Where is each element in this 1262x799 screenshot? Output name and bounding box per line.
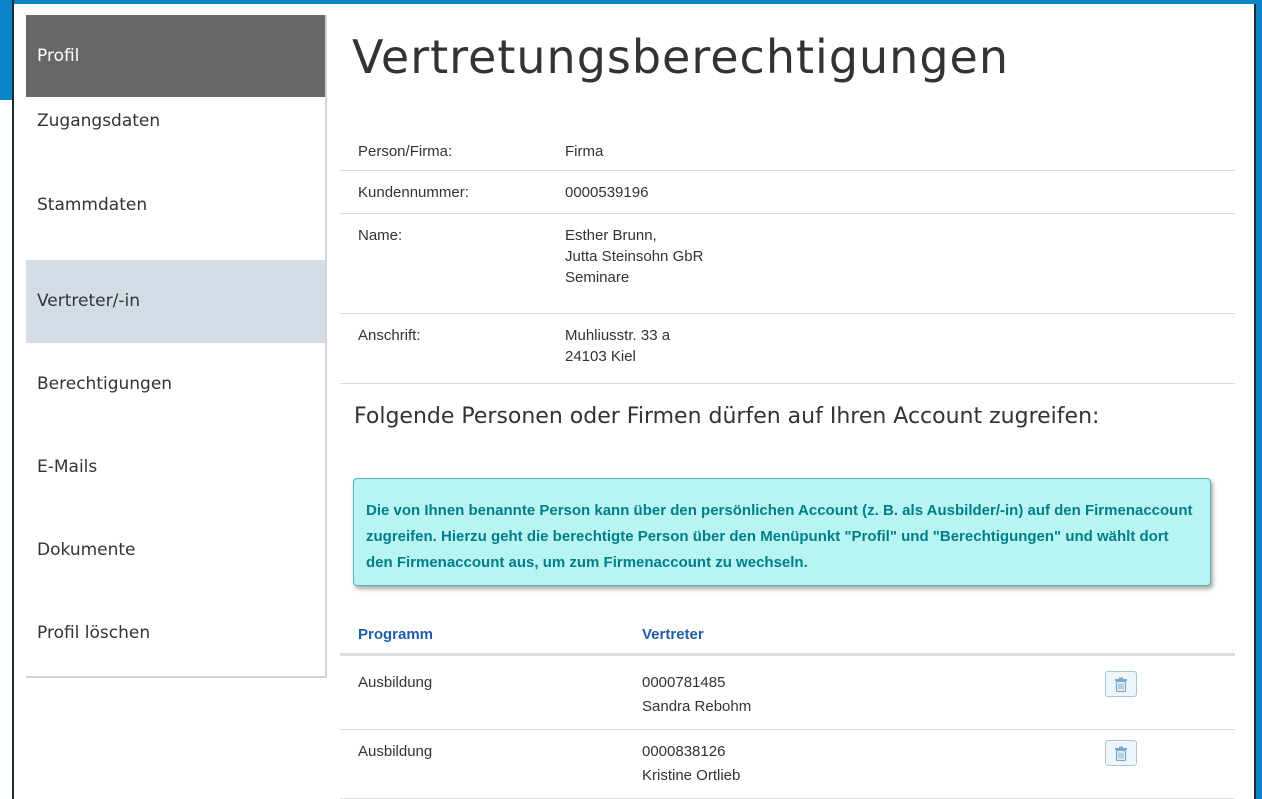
delete-button[interactable] [1105, 740, 1137, 766]
info-row-anschrift: Anschrift: Muhliusstr. 33 a 24103 Kiel [340, 314, 1235, 384]
trash-icon [1115, 746, 1127, 761]
representatives-table-header: Programm Vertreter [340, 620, 1235, 656]
row-program: Ausbildung [358, 674, 433, 691]
name-line: Seminare [565, 269, 630, 286]
info-label: Anschrift: [358, 327, 421, 344]
account-info-table: Person/Firma: Firma Kundennummer: 000053… [340, 130, 1235, 384]
representative-name: Sandra Rebohm [642, 698, 752, 715]
info-label: Person/Firma: [358, 143, 453, 160]
sidebar-item-profil-loeschen[interactable]: Profil löschen [26, 592, 325, 675]
info-value: Firma [565, 143, 604, 160]
row-program: Ausbildung [358, 743, 433, 760]
representative-name: Kristine Ortlieb [642, 767, 741, 784]
table-row: Ausbildung 0000781485 Sandra Rebohm [340, 658, 1235, 730]
delete-button[interactable] [1105, 671, 1137, 697]
sidebar-nav: Profil Zugangsdaten Stammdaten Vertreter… [26, 15, 327, 678]
info-value: Esther Brunn, Jutta Steinsohn GbR Semina… [565, 225, 703, 313]
section-heading: Folgende Personen oder Firmen dürfen auf… [354, 404, 1100, 429]
table-row: Ausbildung 0000838126 Kristine Ortlieb [340, 730, 1235, 799]
name-line: Esther Brunn, [565, 227, 657, 244]
sidebar-item-berechtigungen[interactable]: Berechtigungen [26, 343, 325, 426]
trash-icon [1115, 677, 1127, 692]
sidebar-item-zugangsdaten[interactable]: Zugangsdaten [26, 97, 325, 180]
row-representative: 0000838126 Kristine Ortlieb [642, 740, 1104, 798]
address-line: Muhliusstr. 33 a [565, 327, 671, 344]
info-notice-box: Die von Ihnen benannte Person kann über … [353, 478, 1211, 586]
info-label: Kundennummer: [358, 184, 469, 201]
info-row-kundennummer: Kundennummer: 0000539196 [340, 171, 1235, 214]
sidebar-item-emails[interactable]: E-Mails [26, 426, 325, 509]
page-title: Vertretungsberechtigungen [352, 30, 1009, 84]
info-label: Name: [358, 227, 403, 244]
window-frame-left [0, 0, 12, 100]
info-value: 0000539196 [565, 184, 649, 201]
row-actions [1104, 740, 1235, 798]
sidebar-item-vertreter[interactable]: Vertreter/-in [26, 260, 325, 343]
info-row-person: Person/Firma: Firma [340, 130, 1235, 171]
info-row-name: Name: Esther Brunn, Jutta Steinsohn GbR … [340, 214, 1235, 314]
column-header-programm: Programm [358, 626, 434, 643]
row-actions [1104, 671, 1235, 729]
column-header-actions [1104, 626, 1235, 653]
name-line: Jutta Steinsohn GbR [565, 248, 704, 265]
row-representative: 0000781485 Sandra Rebohm [642, 671, 1104, 729]
representative-number: 0000838126 [642, 743, 726, 760]
window-frame-top [0, 0, 1262, 4]
representative-number: 0000781485 [642, 674, 726, 691]
sidebar-item-dokumente[interactable]: Dokumente [26, 509, 325, 592]
window-frame-right [1256, 4, 1262, 799]
column-header-vertreter: Vertreter [642, 626, 704, 643]
info-value: Muhliusstr. 33 a 24103 Kiel [565, 325, 670, 383]
sidebar-item-stammdaten[interactable]: Stammdaten [26, 180, 325, 260]
address-line: 24103 Kiel [565, 348, 636, 365]
sidebar-item-profil[interactable]: Profil [26, 15, 325, 97]
window-frame-left-border [12, 0, 14, 799]
